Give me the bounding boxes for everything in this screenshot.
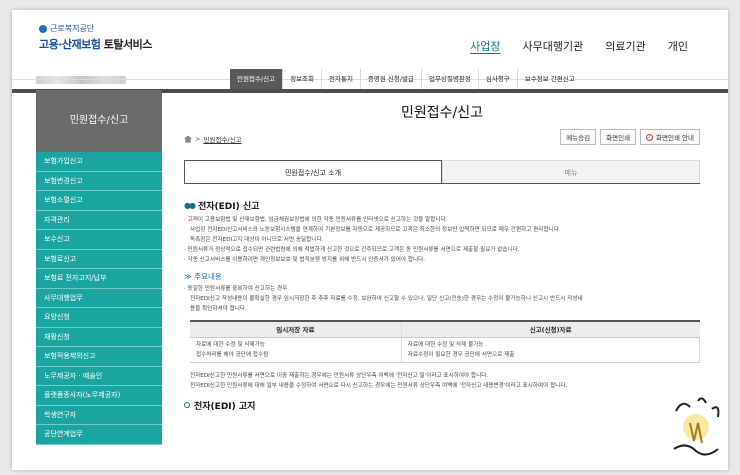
sidebar-item[interactable]: 보험소멸신고 (36, 191, 162, 211)
gnb-item-info[interactable]: 정보조회 (282, 69, 321, 89)
logo-org: 근로복지공단 (50, 24, 95, 33)
watermark-stamp-icon (673, 397, 720, 456)
sidebar-item[interactable]: 학생연구자 (36, 405, 162, 425)
paragraph-line: 독촉장은 전자EDI고지 대상이 아니므로 서면 송달합니다. (190, 237, 324, 243)
top-navigation: 사업장 사무대행기관 의료기관 개인 (448, 38, 688, 54)
gnb-item-civil[interactable]: 민원접수/신고 (230, 69, 283, 89)
sidebar-item[interactable]: 보험료 전자고지/납부 (36, 269, 162, 289)
table-header: 신고(신청)자료 (401, 320, 700, 338)
page-title: 민원접수/신고 (401, 105, 483, 121)
sidebar-item[interactable]: 사무대행업무 (36, 288, 162, 308)
print-button[interactable]: 화면인쇄 (600, 129, 637, 145)
global-nav: 민원접수/신고 정보조회 전자통지 증명원 신청/발급 업무상질병판정 심사청구… (230, 69, 582, 89)
sidebar-item[interactable]: 자격관리 (36, 210, 162, 230)
bullet-dots-icon: ●● (184, 201, 196, 210)
sidebar-item[interactable]: 보험변경신고 (36, 171, 162, 191)
sidebar-item[interactable]: 요양신청 (36, 308, 162, 328)
site-logo[interactable]: 근로복지공단 고용·산재보험 토탈서비스 (39, 23, 152, 52)
sidebar: 보험가입신고 보험변경신고 보험소멸신고 자격관리 보수신고 보험료신고 보험료… (36, 152, 162, 445)
print-guide-label: 화면인쇄 안내 (656, 134, 694, 142)
section-title: 전자(EDI) 신고 (197, 202, 260, 212)
home-icon[interactable] (184, 135, 192, 143)
sidebar-item[interactable]: 공단연계업무 (36, 425, 162, 445)
subheading-main-content: ≫ 주요내용 (184, 272, 222, 281)
paragraph-line: 용을 확인하셔야 합니다. (190, 306, 247, 312)
section-heading: 전자(EDI) 고지 (184, 399, 700, 412)
logo-service-pre: 고용·산재보험 (39, 38, 101, 51)
sidebar-item[interactable]: 보험가입신고 (36, 152, 162, 172)
paragraph-line: · 민원서류가 정상적으로 접수되면 관련법령에 의해 적법하게 신고한 것으로… (184, 247, 520, 253)
hide-menu-button[interactable]: 메뉴승김 (560, 129, 597, 145)
gnb-item-certificate[interactable]: 증명원 신청/발급 (359, 69, 421, 89)
print-label: 화면인쇄 (606, 134, 631, 142)
table-cell: 자료에 대한 수정 및 삭제 불가능자료수정이 필요한 경우 공단에 서면으로 … (401, 337, 701, 363)
topnav-business[interactable]: 사업장 (470, 38, 500, 54)
print-guide-button[interactable]: ! 화면인쇄 안내 (640, 129, 700, 145)
section-title: 전자(EDI) 고지 (194, 401, 256, 412)
blurred-region (36, 76, 126, 84)
cell-line: 자료에 대한 수정 및 삭제가능 (196, 341, 265, 348)
comparison-table: 임시저장 자료 신고(신청)자료 자료에 대한 수정 및 삭제가능접수처리를 해… (190, 320, 701, 363)
paragraph-line: · 고객이 고용보험법 및 산재보험법, 임금채권보장법에 의한 각종 민원서류… (184, 217, 448, 223)
gnb-item-notice[interactable]: 전자통지 (321, 69, 360, 89)
tab-intro[interactable]: 민원접수/신고 소개 (184, 160, 442, 184)
paragraph-line: · 각종 신고서비스를 이용하려면 개인정보보호 및 법적분쟁 방지를 위해 반… (184, 257, 426, 263)
page-buttons: 메뉴승김 화면인쇄 ! 화면인쇄 안내 (560, 129, 700, 145)
breadcrumb-sep: > (195, 135, 201, 143)
cell-line: 자료수정이 필요한 경우 공단에 서면으로 제출 (407, 351, 515, 358)
gnb-item-review[interactable]: 심사청구 (477, 69, 517, 89)
paragraph-line: 전자EDI신고한 민원서류를 서면으로 이중 제출하는 경우에는 민원서류 상단… (190, 372, 489, 379)
cell-line: 자료에 대한 수정 및 삭제 불가능 (407, 341, 484, 348)
paragraph-line: 전자EDI신고 작성내용이 불확실한 경우 임시저장한 후 추후 자료를 수정,… (190, 296, 583, 302)
section-edi-report: ●● 전자(EDI) 신고 · 고객이 고용보험법 및 산재보험법, 임금채권보장… (184, 199, 701, 412)
table-cell: 자료에 대한 수정 및 삭제가능접수처리를 해야 공단에 접수됨 (190, 337, 402, 363)
topnav-medical[interactable]: 의료기관 (605, 38, 645, 54)
hide-menu-label: 메뉴승김 (566, 134, 591, 142)
logo-mark-icon (39, 24, 47, 33)
sidebar-item[interactable]: 보험적용제외신고 (36, 347, 162, 367)
breadcrumb-current[interactable]: 민원접수/신고 (203, 134, 241, 144)
paragraph-line: · 동일한 민원서류를 중복하여 신고하는 경우 (184, 286, 288, 292)
browser-frame: 근로복지공단 고용·산재보험 토탈서비스 사업장 사무대행기관 의료기관 개인 … (12, 10, 728, 470)
sidebar-item[interactable]: 보수신고 (36, 230, 162, 250)
info-icon: ! (646, 133, 654, 141)
gnb-item-pay[interactable]: 보수정보 간편신고 (516, 69, 582, 89)
logo-service-post: 토탈서비스 (103, 38, 153, 51)
main-content: 민원접수/신고 > 민원접수/신고 메뉴승김 화면인쇄 ! 화면인쇄 안내 민원접… (182, 98, 702, 412)
sidebar-item[interactable]: 플랫폼종사자(노무제공자) (36, 386, 162, 406)
sidebar-item[interactable]: 재활신청 (36, 327, 162, 347)
content-tabs: 민원접수/신고 소개 메뉴 (184, 160, 700, 184)
topnav-agency[interactable]: 사무대행기관 (523, 38, 584, 54)
sidebar-title: 민원접수/신고 (36, 90, 162, 152)
sidebar-item[interactable]: 노무제공자 · 예술인 (36, 366, 162, 386)
tab-underline (184, 183, 700, 184)
tab-menu[interactable]: 메뉴 (442, 160, 700, 184)
paragraph-line: 전자EDI신고한 민원서류에 대해 일부 내용을 수정하여 서면으로 다시 신고… (190, 382, 568, 389)
bullet-ring-icon (184, 402, 190, 408)
paragraph-line: 사업장 전자EDI신고서비스와 노동보험시스템을 연계하여 기본정보를 자동으로… (190, 227, 561, 233)
gnb-item-disease[interactable]: 업무상질병판정 (421, 69, 478, 89)
breadcrumb: > 민원접수/신고 (184, 134, 242, 144)
table-row: 자료에 대한 수정 및 삭제가능접수처리를 해야 공단에 접수됨 자료에 대한 … (190, 337, 701, 363)
section-heading: ●● 전자(EDI) 신고 (184, 199, 700, 212)
topnav-personal[interactable]: 개인 (668, 38, 688, 54)
table-header: 임시저장 자료 (190, 320, 402, 338)
cell-line: 접수처리를 해야 공단에 접수됨 (196, 351, 269, 358)
sidebar-item[interactable]: 보험료신고 (36, 249, 162, 269)
